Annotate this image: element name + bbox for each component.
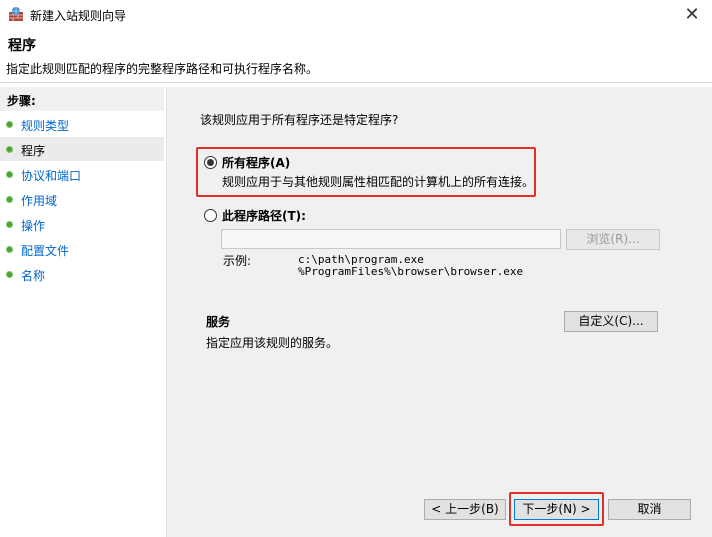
wizard-content: 该规则应用于所有程序还是特定程序? 所有程序(A) 规则应用于与其他规则属性相匹… bbox=[167, 87, 712, 537]
sidebar-item-label: 规则类型 bbox=[21, 119, 70, 133]
sidebar-item-label: 程序 bbox=[21, 144, 46, 158]
wizard-header: 程序 指定此规则匹配的程序的完整程序路径和可执行程序名称。 bbox=[0, 30, 712, 82]
browse-button[interactable]: 浏览(R)... bbox=[566, 229, 660, 250]
step-bullet-icon bbox=[6, 221, 13, 228]
services-description: 指定应用该规则的服务。 bbox=[206, 336, 339, 350]
sidebar-item-label: 名称 bbox=[21, 269, 46, 283]
steps-header: 步骤: bbox=[0, 87, 164, 111]
step-bullet-icon bbox=[6, 246, 13, 253]
back-button[interactable]: < 上一步(B) bbox=[424, 499, 506, 520]
page-title: 程序 bbox=[8, 38, 36, 54]
window-title: 新建入站规则向导 bbox=[30, 9, 127, 23]
all-programs-description: 规则应用于与其他规则属性相匹配的计算机上的所有连接。 bbox=[222, 175, 535, 189]
firewall-icon bbox=[9, 7, 23, 21]
example-path-2: %ProgramFiles%\browser\browser.exe bbox=[298, 265, 524, 278]
sidebar-item-protocol-port[interactable]: 协议和端口 bbox=[0, 162, 164, 186]
sidebar-item-action[interactable]: 操作 bbox=[0, 212, 164, 236]
customize-button[interactable]: 自定义(C)... bbox=[564, 311, 658, 332]
sidebar-item-label: 操作 bbox=[21, 219, 46, 233]
step-bullet-icon bbox=[6, 146, 13, 153]
all-programs-radio[interactable] bbox=[204, 156, 217, 169]
program-path-radio[interactable] bbox=[204, 209, 217, 222]
close-button[interactable]: ✕ bbox=[680, 3, 704, 27]
example-label: 示例: bbox=[223, 254, 252, 268]
scope-question: 该规则应用于所有程序还是特定程序? bbox=[200, 113, 399, 127]
sidebar-item-rule-type[interactable]: 规则类型 bbox=[0, 112, 164, 136]
sidebar-item-scope[interactable]: 作用域 bbox=[0, 187, 164, 211]
steps-title: 步骤: bbox=[7, 94, 36, 108]
sidebar-item-label: 配置文件 bbox=[21, 244, 70, 258]
page-subtitle: 指定此规则匹配的程序的完整程序路径和可执行程序名称。 bbox=[6, 62, 319, 76]
sidebar-item-label: 作用域 bbox=[21, 194, 58, 208]
step-bullet-icon bbox=[6, 196, 13, 203]
all-programs-label[interactable]: 所有程序(A) bbox=[222, 154, 290, 171]
cancel-button[interactable]: 取消 bbox=[608, 499, 691, 520]
steps-sidebar: 步骤: 规则类型 程序 协议和端口 作用域 操作 配置文件 名称 bbox=[0, 87, 166, 537]
program-path-input[interactable] bbox=[221, 229, 561, 249]
next-button[interactable]: 下一步(N) > bbox=[514, 499, 599, 520]
sidebar-item-program[interactable]: 程序 bbox=[0, 137, 164, 161]
header-divider bbox=[0, 82, 712, 83]
sidebar-item-profile[interactable]: 配置文件 bbox=[0, 237, 164, 261]
services-title: 服务 bbox=[206, 315, 231, 329]
step-bullet-icon bbox=[6, 121, 13, 128]
title-bar: 新建入站规则向导 ✕ bbox=[0, 0, 712, 30]
step-bullet-icon bbox=[6, 271, 13, 278]
sidebar-item-label: 协议和端口 bbox=[21, 169, 82, 183]
sidebar-item-name[interactable]: 名称 bbox=[0, 262, 164, 286]
close-icon: ✕ bbox=[684, 4, 700, 25]
program-path-label[interactable]: 此程序路径(T): bbox=[222, 207, 306, 224]
step-bullet-icon bbox=[6, 171, 13, 178]
